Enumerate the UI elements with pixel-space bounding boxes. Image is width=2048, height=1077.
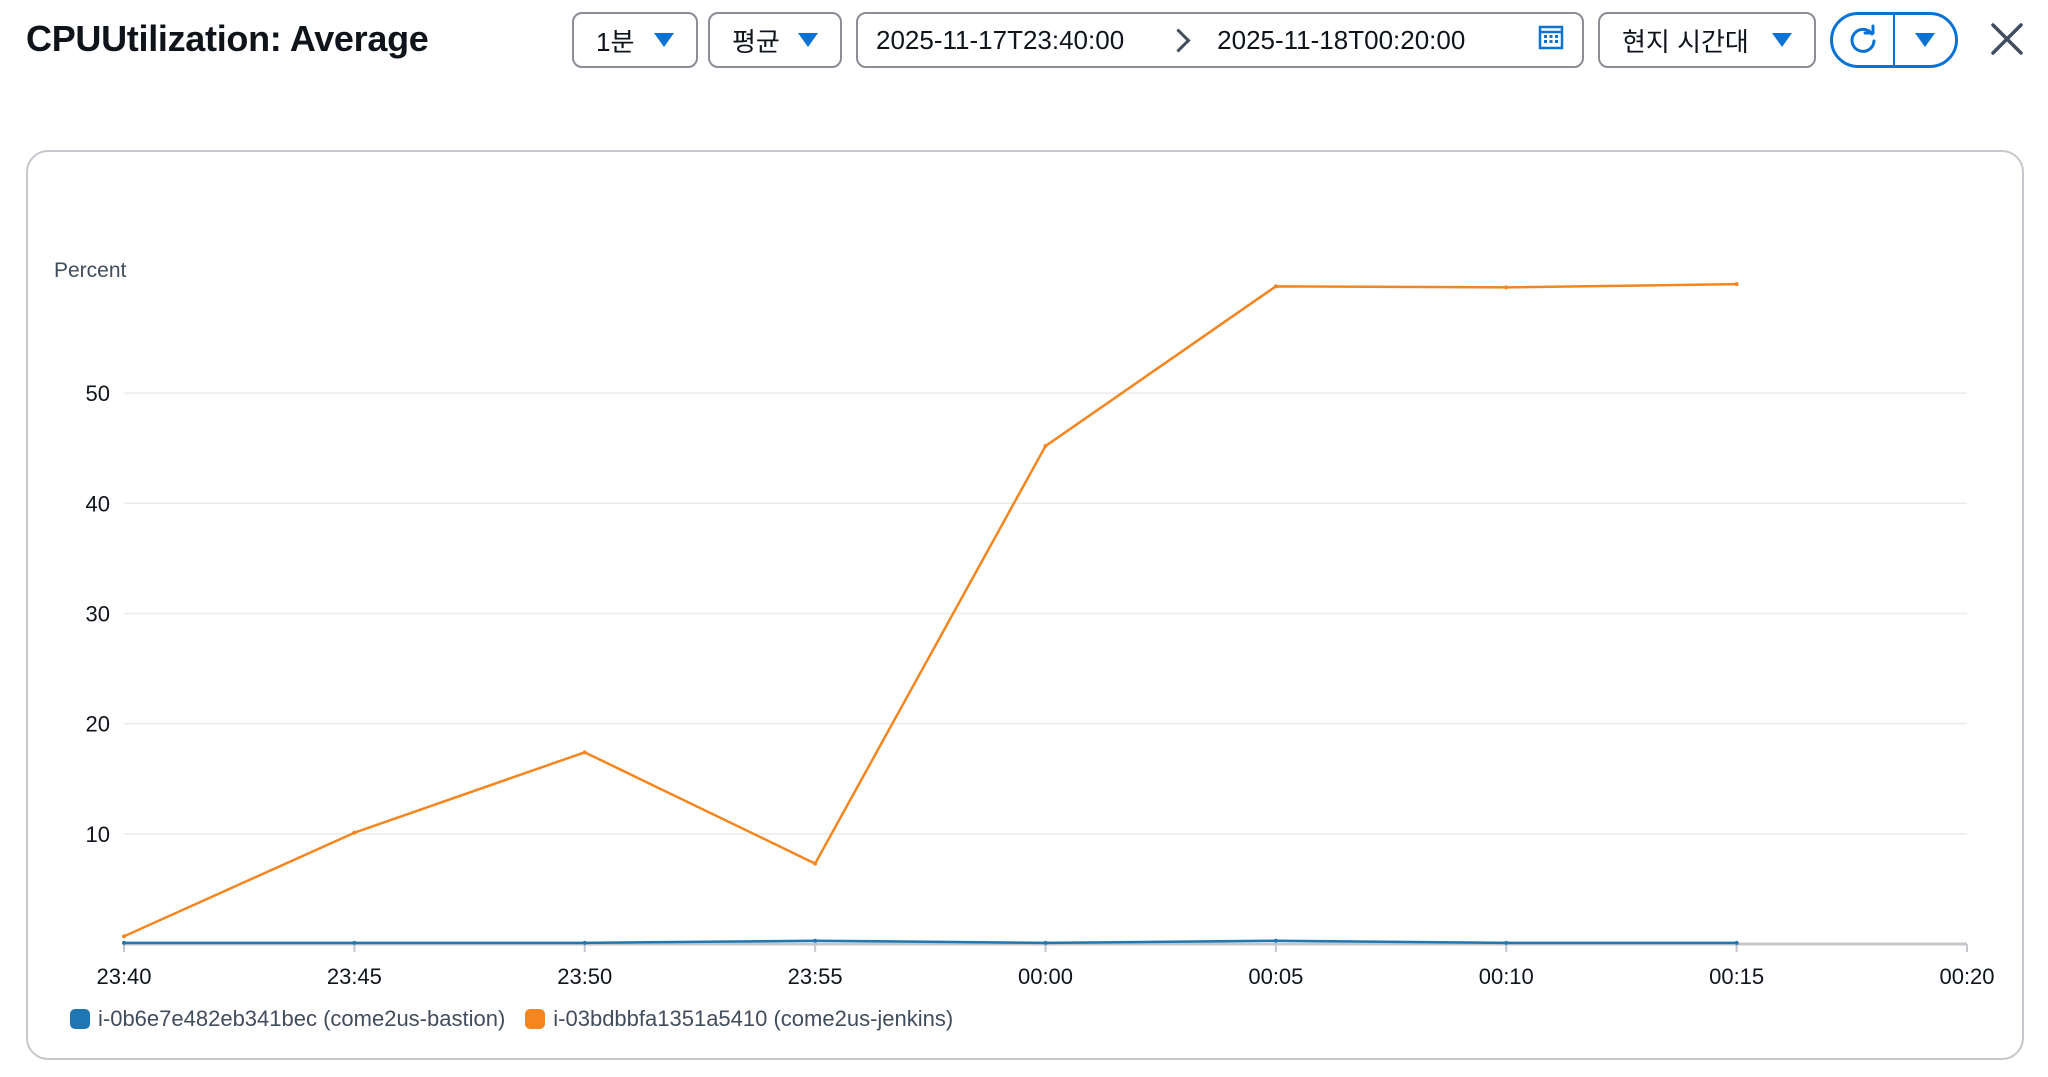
y-axis-label: Percent: [54, 259, 127, 282]
data-point[interactable]: [352, 830, 357, 835]
line-chart: 10 20 30 40 50 23:40 23:45 23:50 23:55 00:00 00:0…: [54, 259, 1995, 989]
x-tick-label: 00:20: [1939, 964, 1994, 989]
data-point[interactable]: [352, 940, 357, 945]
data-point[interactable]: [1734, 282, 1739, 287]
series-line-1[interactable]: [124, 939, 1737, 945]
x-tick-label: 00:15: [1709, 964, 1764, 989]
data-point[interactable]: [1043, 940, 1048, 945]
y-tick-label: 10: [86, 822, 110, 847]
y-tick-label: 40: [86, 491, 110, 516]
chart-legend: i-0b6e7e482eb341bec (come2us-bastion) i-0…: [70, 1006, 953, 1032]
data-point[interactable]: [1734, 940, 1739, 945]
x-tick-label: 23:55: [788, 964, 843, 989]
legend-label: i-03bdbbfa1351a5410 (come2us-jenkins): [553, 1006, 954, 1031]
data-point[interactable]: [1273, 284, 1278, 289]
data-point[interactable]: [122, 934, 126, 939]
series-line-2[interactable]: [123, 282, 1737, 938]
legend-label: i-0b6e7e482eb341bec (come2us-bastion): [98, 1006, 506, 1031]
legend-swatch: [70, 1009, 90, 1029]
data-point[interactable]: [582, 750, 587, 755]
data-point[interactable]: [1504, 940, 1509, 945]
data-point[interactable]: [813, 938, 818, 943]
legend-item[interactable]: i-0b6e7e482eb341bec (come2us-bastion): [70, 1006, 505, 1032]
data-point[interactable]: [122, 940, 126, 945]
x-tick-label: 00:00: [1018, 964, 1073, 989]
data-point[interactable]: [582, 940, 587, 945]
x-tick-label: 23:50: [557, 964, 612, 989]
data-point[interactable]: [1273, 938, 1278, 943]
data-point[interactable]: [813, 861, 818, 866]
x-tick-label: 23:45: [327, 964, 382, 989]
data-point[interactable]: [1043, 444, 1048, 449]
x-tick-label: 00:10: [1479, 964, 1534, 989]
y-tick-label: 50: [86, 381, 110, 406]
y-tick-label: 20: [86, 712, 110, 737]
data-point[interactable]: [1504, 285, 1509, 290]
x-tick-label: 00:05: [1248, 964, 1303, 989]
x-tick-label: 23:40: [96, 964, 151, 989]
legend-swatch: [525, 1009, 546, 1029]
legend-item[interactable]: i-03bdbbfa1351a5410 (come2us-jenkins): [525, 1006, 953, 1032]
y-tick-label: 30: [86, 602, 110, 627]
